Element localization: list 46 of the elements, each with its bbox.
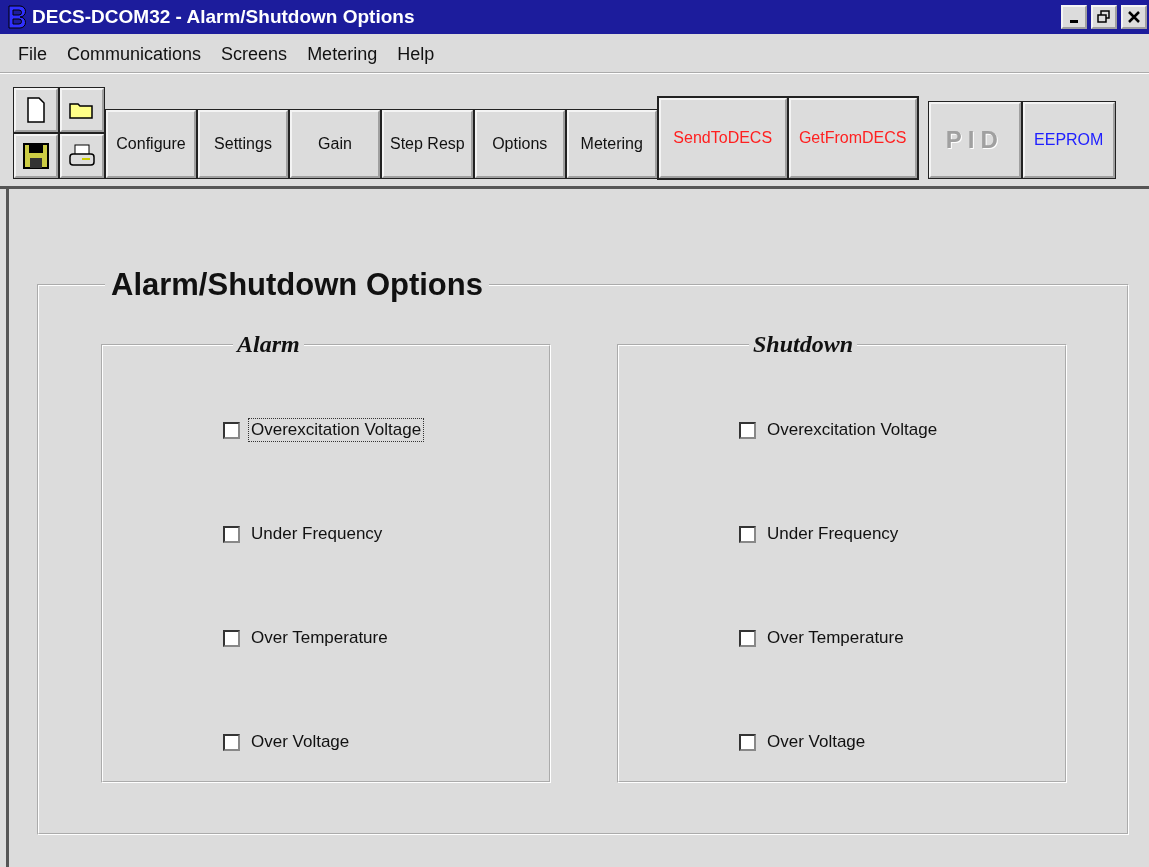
- toolbar-button[interactable]: Step Resp: [382, 110, 473, 178]
- open-file-button[interactable]: [60, 88, 104, 132]
- menu-item[interactable]: Metering: [307, 43, 378, 65]
- toolbar-button[interactable]: Settings: [198, 110, 288, 178]
- checkbox-label[interactable]: Overexcitation Voltage: [248, 418, 425, 442]
- new-file-button[interactable]: [14, 88, 58, 132]
- menu-item[interactable]: Screens: [221, 43, 288, 65]
- toolbar-button[interactable]: Gain: [290, 110, 380, 178]
- checkbox-label[interactable]: Overexcitation Voltage: [764, 418, 941, 442]
- document-icon: [26, 97, 46, 123]
- checkbox-label[interactable]: Over Temperature: [764, 626, 907, 650]
- menu-item[interactable]: Help: [397, 43, 435, 65]
- toolbar-button[interactable]: Configure: [106, 110, 196, 178]
- toolbar-button[interactable]: Options: [474, 110, 565, 178]
- group-title: Alarm: [235, 331, 301, 358]
- menu-item[interactable]: Communications: [67, 43, 202, 65]
- toolbar-button[interactable]: Metering: [566, 110, 657, 178]
- restore-icon: [1097, 10, 1111, 24]
- folder-icon: [68, 100, 96, 120]
- checkbox[interactable]: [223, 525, 240, 543]
- close-icon: [1127, 10, 1141, 24]
- minimize-icon: [1070, 20, 1078, 23]
- print-button[interactable]: [60, 134, 104, 178]
- checkbox-label[interactable]: Under Frequency: [248, 522, 386, 546]
- menu-item[interactable]: File: [18, 43, 47, 65]
- checkbox-label[interactable]: Over Voltage: [248, 730, 353, 754]
- restore-button[interactable]: [1091, 5, 1117, 29]
- checkbox-label[interactable]: Over Temperature: [248, 626, 391, 650]
- checkbox-label[interactable]: Over Voltage: [764, 730, 869, 754]
- group-title: Shutdown: [752, 331, 855, 358]
- group-title: Alarm/Shutdown Options: [110, 267, 484, 303]
- close-button[interactable]: [1121, 5, 1147, 29]
- window-title: DECS-DCOM32 - Alarm/Shutdown Options: [32, 6, 416, 28]
- checkbox[interactable]: [739, 733, 756, 751]
- toolbar-button[interactable]: EEPROM: [1022, 102, 1115, 178]
- checkbox[interactable]: [739, 421, 756, 439]
- printer-icon: [68, 143, 96, 169]
- checkbox[interactable]: [223, 733, 240, 751]
- checkbox[interactable]: [223, 629, 240, 647]
- checkbox[interactable]: [739, 525, 756, 543]
- minimize-button[interactable]: [1061, 5, 1087, 29]
- checkbox[interactable]: [223, 421, 240, 439]
- checkbox[interactable]: [739, 629, 756, 647]
- checkbox-label[interactable]: Under Frequency: [764, 522, 902, 546]
- app-logo-icon: [6, 4, 28, 30]
- save-button[interactable]: [14, 134, 58, 178]
